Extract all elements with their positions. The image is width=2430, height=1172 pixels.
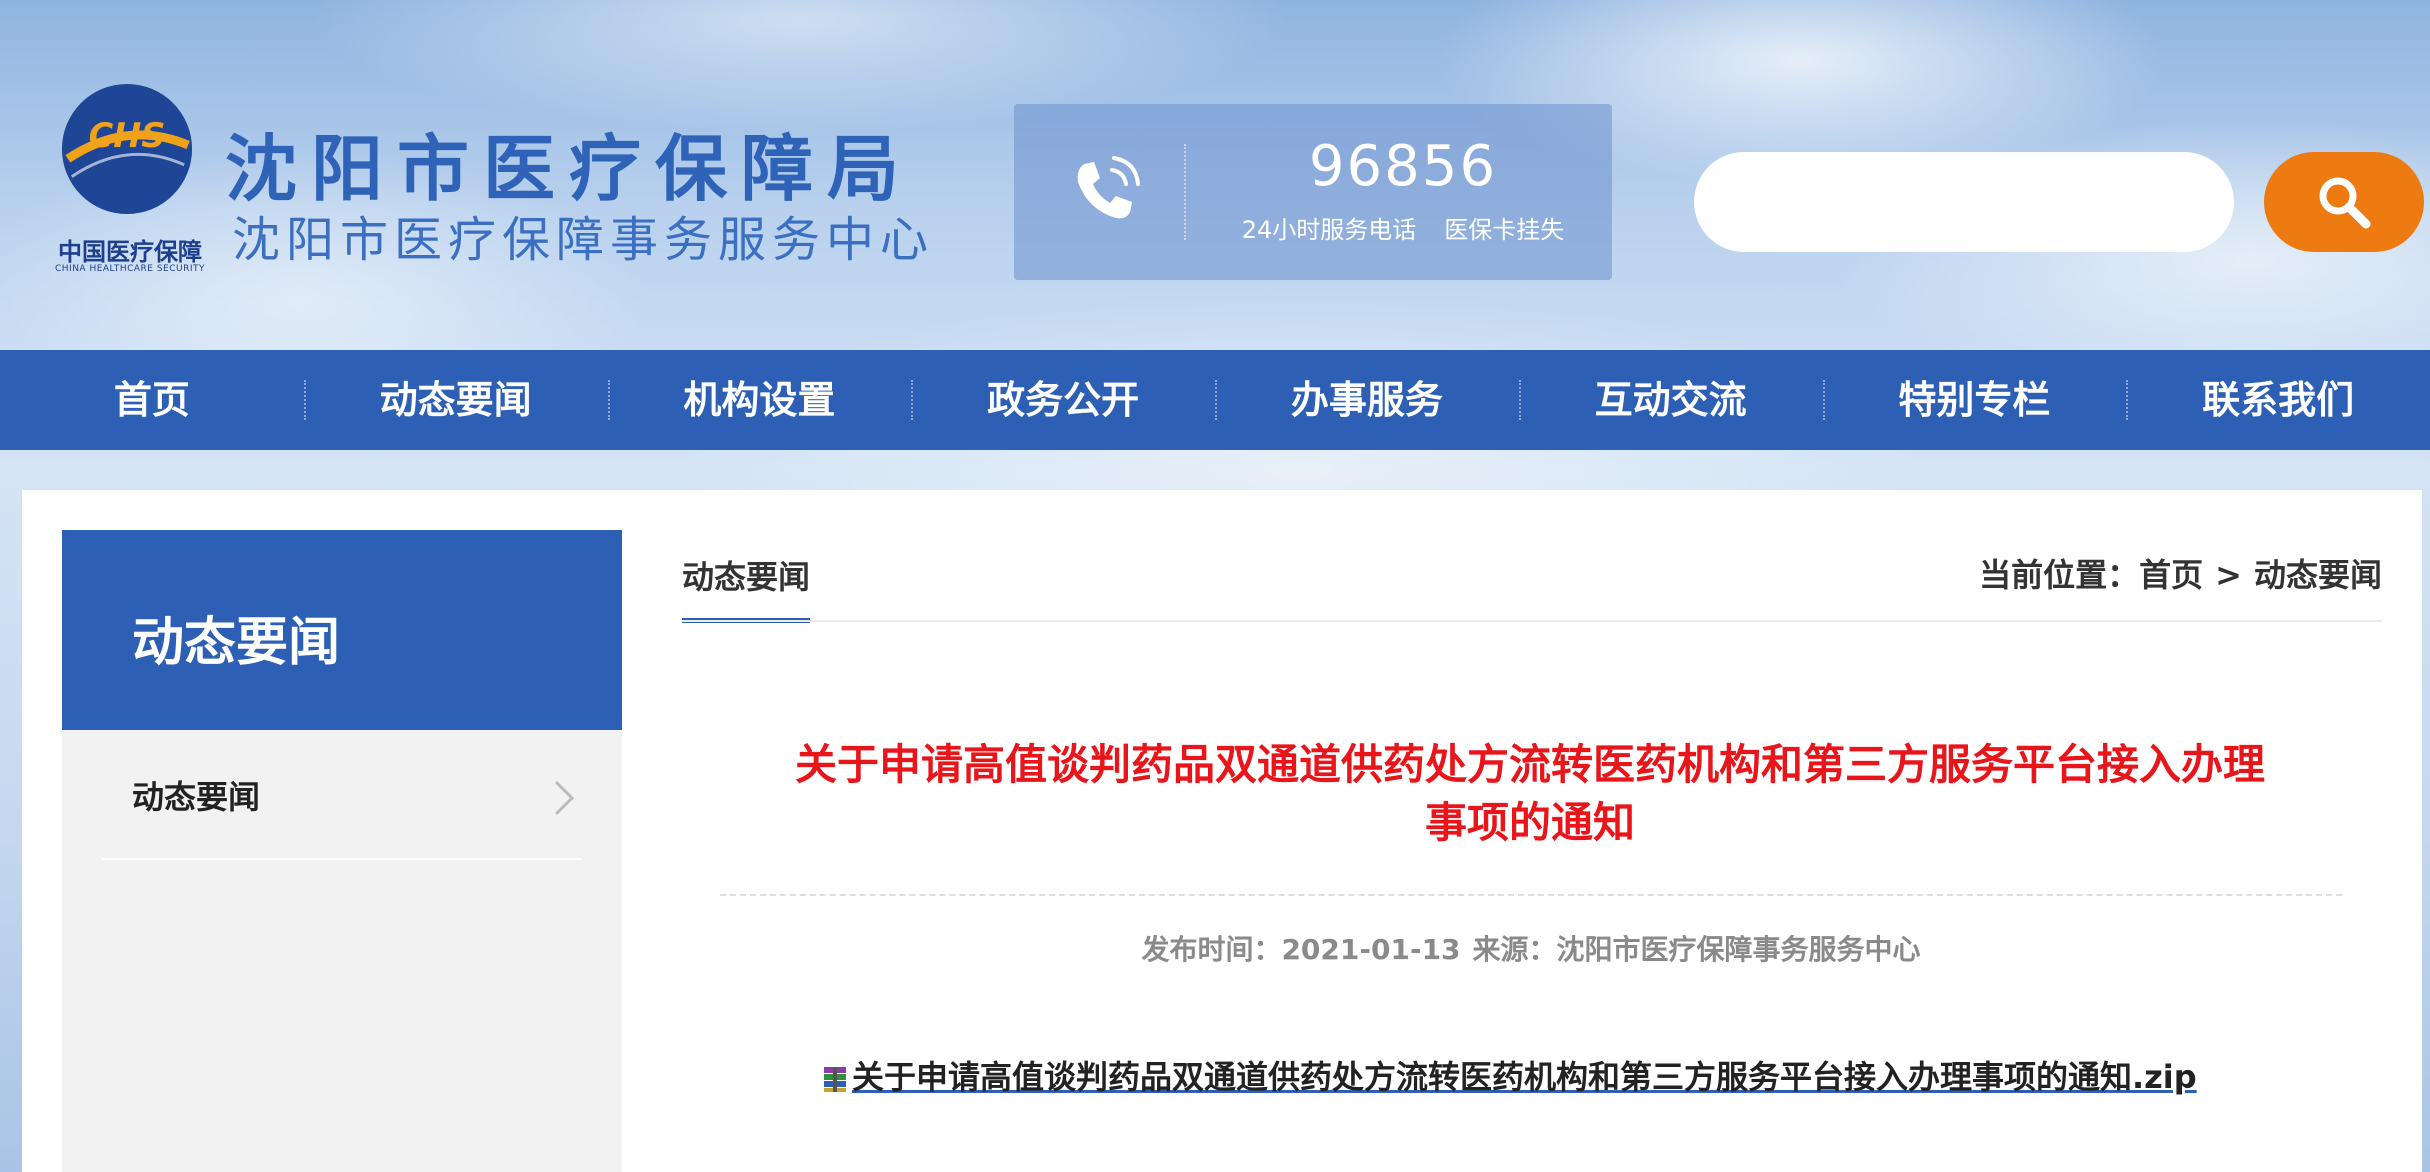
logo-mark: CHS: [89, 116, 166, 155]
sidebar-title: 动态要闻: [132, 613, 341, 673]
breadcrumb-home-link[interactable]: 首页: [2139, 556, 2203, 594]
site-subtitle: 沈阳市医疗保障事务服务中心: [232, 212, 935, 268]
attachment-link[interactable]: 关于申请高值谈判药品双通道供药处方流转医药机构和第三方服务平台接入办理事项的通知…: [852, 1058, 2197, 1096]
logo-cn-text: 中国医疗保障: [58, 238, 202, 266]
article-source: 来源：沈阳市医疗保障事务服务中心: [1472, 933, 1921, 966]
hotline-divider: [1184, 144, 1186, 240]
sidebar-item-news[interactable]: 动态要闻: [102, 730, 582, 860]
nav-item-news[interactable]: 动态要闻: [303, 350, 608, 450]
chevron-right-icon: [554, 780, 575, 816]
main-nav: 首页 动态要闻 机构设置 政务公开 办事服务 互动交流 特别专栏 联系我们: [0, 350, 2430, 450]
logo-en-text: CHINA HEALTHCARE SECURITY: [54, 264, 206, 274]
breadcrumb-prefix: 当前位置：: [1979, 556, 2140, 594]
search-button[interactable]: [2264, 152, 2424, 252]
attachment-row: 关于申请高值谈判药品双通道供药处方流转医药机构和第三方服务平台接入办理事项的通知…: [822, 1052, 2222, 1098]
nav-item-services[interactable]: 办事服务: [1215, 350, 1519, 450]
publish-time: 发布时间：2021-01-13: [1141, 933, 1461, 966]
article-title: 关于申请高值谈判药品双通道供药处方流转医药机构和第三方服务平台接入办理事项的通知: [794, 740, 2265, 847]
nav-item-contact[interactable]: 联系我们: [2126, 350, 2430, 450]
hotline-number: 96856: [1308, 134, 1498, 199]
hotline-desc-card-loss: 医保卡挂失: [1444, 216, 1565, 244]
article-meta: 发布时间：2021-01-13 来源：沈阳市医疗保障事务服务中心: [720, 928, 2342, 968]
zip-file-icon: [824, 1067, 846, 1092]
hotline-desc-service: 24小时服务电话: [1241, 216, 1417, 244]
search-input[interactable]: [1694, 152, 2234, 252]
hotline-box: 96856 24小时服务电话 医保卡挂失: [1014, 104, 1612, 280]
search-icon: [2319, 177, 2371, 229]
sidebar-item-label: 动态要闻: [132, 778, 261, 816]
nav-item-interaction[interactable]: 互动交流: [1518, 350, 1823, 450]
breadcrumb-separator: >: [2215, 556, 2242, 594]
logo-emblem-icon: CHS: [61, 83, 193, 215]
nav-item-home[interactable]: 首页: [0, 350, 304, 450]
phone-icon: [1077, 156, 1140, 219]
breadcrumb: 当前位置：首页 > 动态要闻: [1979, 550, 2382, 596]
title-divider: [720, 894, 2342, 896]
tab-underline-divider: [682, 620, 2382, 622]
sidebar-menu: 动态要闻: [62, 730, 622, 1172]
hotline-description: 24小时服务电话 医保卡挂失: [1194, 210, 1612, 245]
nav-item-organization[interactable]: 机构设置: [607, 350, 912, 450]
tab-news[interactable]: 动态要闻: [682, 552, 811, 623]
nav-item-government-affairs[interactable]: 政务公开: [911, 350, 1215, 450]
nav-item-special-column[interactable]: 特别专栏: [1822, 350, 2127, 450]
sidebar-header: 动态要闻: [62, 530, 622, 730]
breadcrumb-current[interactable]: 动态要闻: [2254, 556, 2382, 594]
chs-logo[interactable]: CHS 中国医疗保障 CHINA HEALTHCARE SECURITY: [40, 80, 225, 285]
